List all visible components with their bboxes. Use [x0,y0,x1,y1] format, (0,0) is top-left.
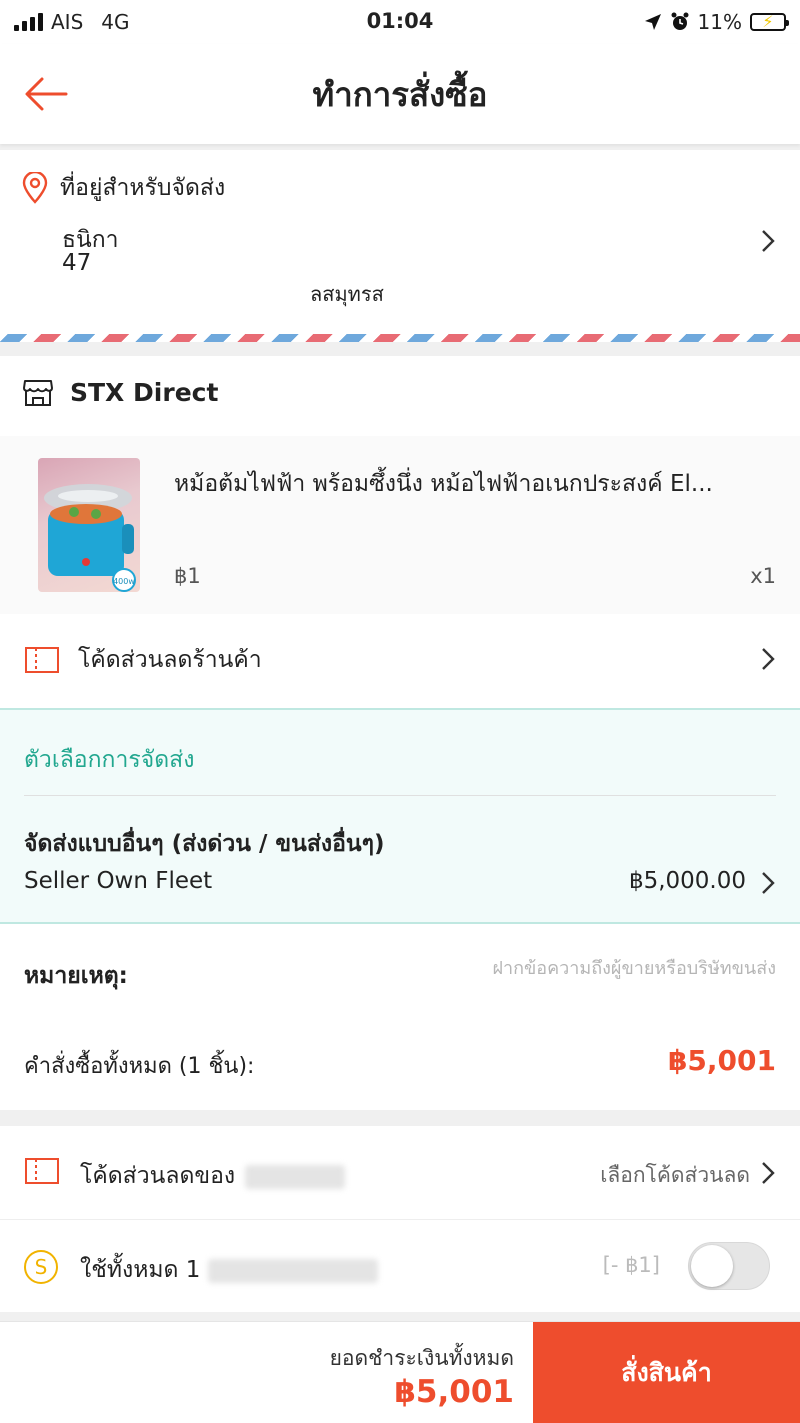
chevron-right-icon [762,1162,775,1184]
platform-voucher-label: โค้ดส่วนลดของ [80,1158,346,1194]
status-bar: AIS 4G 01:04 11% ⚡ [0,0,800,44]
product-item[interactable]: 400w หม้อต้มไฟฟ้า พร้อมซึ้งนึ่ง หม้อไฟฟ้… [0,436,800,614]
platform-discounts: โค้ดส่วนลดของ เลือกโค้ดส่วนลด S ใช้ทั้งห… [0,1126,800,1312]
location-pin-icon [22,172,48,204]
back-button[interactable] [22,72,70,116]
redacted-text [208,1258,379,1283]
coins-toggle[interactable] [688,1242,770,1290]
shipping-price: ฿5,000.00 [628,868,746,894]
redacted-text [245,1164,346,1189]
product-price: ฿1 [174,564,201,588]
payment-total-label: ยอดชำระเงินทั้งหมด [329,1346,514,1370]
place-order-button[interactable]: สั่งสินค้า [533,1322,800,1423]
product-image-art: 400w [44,484,136,592]
address-line: ลสมุทรส [310,282,384,306]
back-arrow-icon [25,77,68,111]
voucher-icon [25,1158,59,1184]
product-badge: 400w [113,577,135,586]
shipping-options[interactable]: ตัวเลือกการจัดส่ง จัดส่งแบบอื่นๆ (ส่งด่ว… [0,708,800,924]
shop-voucher-label: โค้ดส่วนลดร้านค้า [78,647,262,673]
order-total-value: ฿5,001 [667,1044,776,1077]
address-label: ที่อยู่สำหรับจัดส่ง [60,175,226,201]
toggle-knob [691,1245,733,1287]
address-line: 47 [62,250,92,276]
store-icon [23,379,53,406]
shop-voucher-row[interactable]: โค้ดส่วนลดร้านค้า [0,614,800,706]
chevron-right-icon [762,230,775,252]
platform-voucher-text: โค้ดส่วนลดของ [80,1163,236,1189]
coins-text: ใช้ทั้งหมด 1 [80,1257,201,1283]
checkout-bar: ยอดชำระเงินทั้งหมด ฿5,001 สั่งสินค้า [0,1321,800,1423]
order-total-label: คำสั่งซื้อทั้งหมด (1 ชิ้น): [24,1054,255,1079]
shop-section: STX Direct 400w หม้อต้มไฟฟ้า พร้อมซึ้งนึ… [0,356,800,708]
shipping-method: จัดส่งแบบอื่นๆ (ส่งด่วน / ขนส่งอื่นๆ) [24,831,385,857]
coins-row: S ใช้ทั้งหมด 1 [- ฿1] [0,1220,800,1312]
product-name: หม้อต้มไฟฟ้า พร้อมซึ้งนึ่ง หม้อไฟฟ้าอเนก… [174,471,713,497]
airmail-border [0,334,800,342]
note-and-total: หมายเหตุ: คำสั่งซื้อทั้งหมด (1 ชิ้น): ฿5… [0,924,800,1110]
chevron-right-icon [762,648,775,670]
note-label: หมายเหตุ: [24,963,128,989]
select-voucher-link[interactable]: เลือกโค้ดส่วนลด [600,1159,750,1192]
coins-deduction: [- ฿1] [602,1253,660,1277]
platform-voucher-row[interactable]: โค้ดส่วนลดของ เลือกโค้ดส่วนลด [0,1126,800,1220]
clock: 01:04 [366,9,434,33]
battery-icon: ⚡ [750,13,789,31]
shop-header: STX Direct [22,378,218,407]
payment-total-value: ฿5,001 [394,1374,514,1410]
page-title: ทำการสั่งซื้อ [312,74,488,114]
shipping-carrier: Seller Own Fleet [24,868,213,894]
shipping-section-title: ตัวเลือกการจัดส่ง [24,747,195,773]
divider [24,795,776,796]
note-input[interactable] [396,958,776,979]
shop-name: STX Direct [70,378,219,407]
coin-icon: S [24,1250,58,1284]
chevron-right-icon [762,872,775,894]
voucher-icon [25,647,59,673]
address-header: ที่อยู่สำหรับจัดส่ง [22,170,225,206]
coins-label: ใช้ทั้งหมด 1 [80,1252,379,1288]
product-image: 400w [38,458,140,592]
page-header: ทำการสั่งซื้อ [0,44,800,144]
delivery-address[interactable]: ที่อยู่สำหรับจัดส่ง ธนิกา 47 ลสมุทรส [0,150,800,342]
product-quantity: x1 [750,564,776,588]
